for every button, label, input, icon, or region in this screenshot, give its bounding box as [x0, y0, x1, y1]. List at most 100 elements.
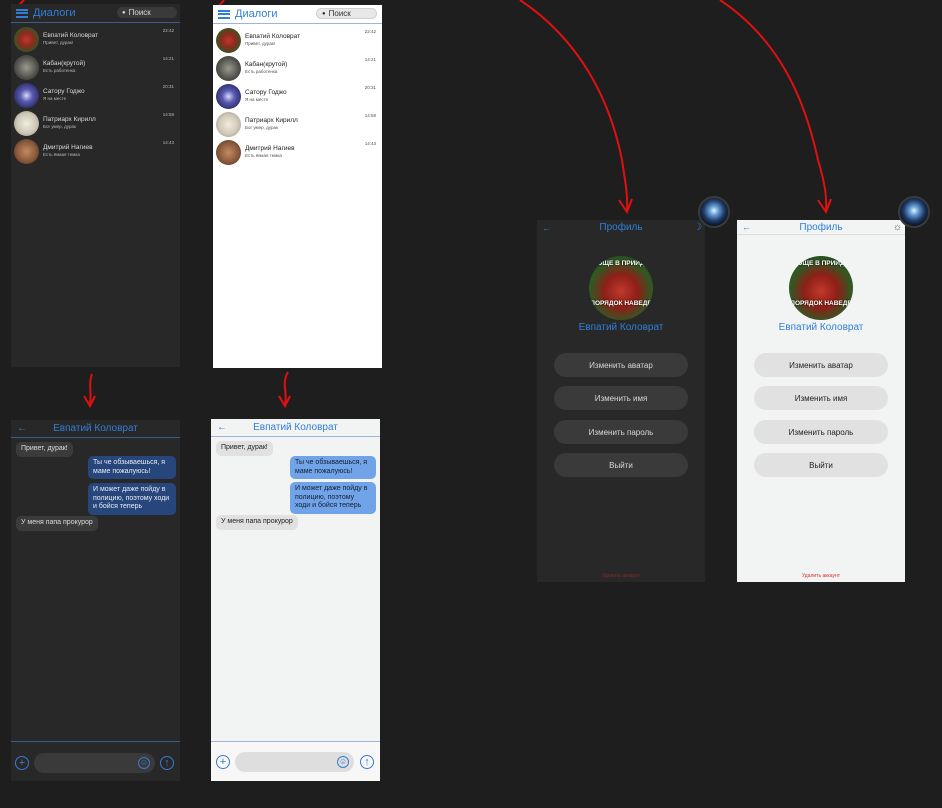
emoji-icon[interactable]: ☺ [138, 757, 150, 769]
chat-title: Евпатий Коловрат [253, 422, 338, 433]
profile-header: ← Профиль ☽ [537, 220, 705, 235]
avatar [216, 55, 241, 81]
search-field[interactable]: ● Поиск [117, 7, 177, 18]
back-arrow-icon[interactable]: ← [542, 223, 551, 233]
add-attachment-button[interactable]: + [216, 755, 230, 769]
dialog-time: 14:58 [162, 112, 174, 117]
emoji-icon[interactable]: ☺ [337, 756, 349, 768]
search-icon: ● [122, 9, 126, 16]
dialog-item[interactable]: Патриарх Кирилл Бог умер, дурак 14:58 [216, 110, 379, 138]
header-divider [11, 22, 180, 23]
message-incoming: У меня папа прокурор [16, 516, 98, 531]
dialog-time: 14:21 [364, 57, 376, 62]
change-avatar-button[interactable]: Изменить аватар [554, 353, 688, 377]
change-avatar-button[interactable]: Изменить аватар [754, 353, 888, 377]
hamburger-menu-icon[interactable] [218, 9, 230, 19]
logout-button[interactable]: Выйти [554, 453, 688, 477]
profile-title: Профиль [799, 221, 843, 233]
profile-header: ← Профиль ☼ [737, 220, 905, 235]
change-password-button[interactable]: Изменить пароль [554, 420, 688, 444]
dialog-last-message: Есть ёмкая темка [245, 153, 282, 158]
avatar [216, 139, 241, 165]
arrow-to-light-profile [719, 0, 828, 211]
dark-profile-screen: ← Профиль ☽ РОЩЕ В ПРИЙДЕ ПОРЯДОК НАВЕДЕ… [537, 220, 705, 582]
dialog-last-message: Бог умер, дурак [43, 124, 76, 129]
dialog-name: Евпатий Коловрат [245, 33, 301, 40]
message-outgoing: Ты че обзываешься, я маме пожалуюсь! [88, 456, 176, 479]
back-arrow-icon[interactable]: ← [742, 222, 751, 232]
avatar [14, 54, 39, 80]
dialog-item[interactable]: Сатору Годжо Я на месте 20:31 [216, 82, 379, 110]
message-input-bar: + ☺ ↑ [11, 741, 180, 781]
dialog-item[interactable]: Патриарх Кирилл Бог умер, дурак 14:58 [14, 109, 177, 137]
dialog-name: Патриарх Кирилл [43, 116, 96, 123]
change-password-button[interactable]: Изменить пароль [754, 420, 888, 444]
dialog-name: Сатору Годжо [245, 89, 287, 96]
dialog-last-message: Бог умер, дурак [245, 125, 278, 130]
light-profile-screen: ← Профиль ☼ РОЩЕ В ПРИЙДЕ ПОРЯДОК НАВЕДЕ… [737, 220, 905, 582]
dialog-last-message: Есть ёмкая темка [43, 152, 80, 157]
send-button[interactable]: ↑ [160, 756, 174, 770]
dialog-last-message: Привет, дурак! [245, 41, 276, 46]
avatar-caption-top: РОЩЕ В ПРИЙДЕ [593, 260, 649, 267]
change-name-button[interactable]: Изменить имя [554, 386, 688, 410]
dialog-time: 22:42 [162, 28, 174, 33]
change-name-button[interactable]: Изменить имя [754, 386, 888, 410]
add-attachment-button[interactable]: + [15, 756, 29, 770]
dialog-last-message: Я на месте [245, 97, 269, 102]
avatar [216, 27, 241, 53]
avatar [14, 138, 39, 164]
message-outgoing: И может даже пойду в полицию, поэтому хо… [88, 483, 176, 515]
dialog-time: 14:58 [364, 113, 376, 118]
sun-icon[interactable]: ☼ [893, 222, 902, 233]
moon-icon[interactable]: ☽ [693, 222, 702, 233]
search-icon: ● [322, 10, 326, 17]
dialog-item[interactable]: Сатору Годжо Я на месте 20:31 [14, 81, 177, 109]
header-divider [11, 437, 180, 438]
delete-account-link[interactable]: Удалить аккаунт [737, 573, 905, 579]
search-field[interactable]: ● Поиск [316, 8, 377, 19]
dialog-name: Дмитрий Нагиев [43, 144, 93, 151]
theme-toggle-orb-icon[interactable] [898, 196, 930, 228]
avatar [14, 26, 39, 52]
dialog-name: Кабан(крутой) [245, 61, 288, 68]
back-arrow-icon[interactable]: ← [17, 423, 27, 434]
message-outgoing: И может даже пойду в полицию, поэтому хо… [290, 482, 376, 514]
arrow-to-dark-profile [519, 0, 629, 211]
delete-account-link[interactable]: Удалить аккаунт [537, 573, 705, 579]
dialog-item[interactable]: Евпатий Коловрат Привет, дурак! 22:42 [216, 26, 379, 54]
dialog-item[interactable]: Евпатий Коловрат Привет, дурак! 22:42 [14, 25, 177, 53]
dialogs-title: Диалоги [33, 7, 76, 19]
dialog-last-message: Привет, дурак! [43, 40, 74, 45]
search-label: Поиск [328, 9, 351, 18]
dialog-item[interactable]: Кабан(крутой) Есть работенка 14:21 [14, 53, 177, 81]
send-button[interactable]: ↑ [360, 755, 374, 769]
search-label: Поиск [128, 8, 151, 17]
dialog-item[interactable]: Дмитрий Нагиев Есть ёмкая темка 14:43 [216, 138, 379, 166]
avatar-caption-bottom: ПОРЯДОК НАВЕДЕ [590, 300, 652, 307]
dialogs-header: Диалоги ● Поиск [213, 5, 382, 23]
profile-avatar[interactable]: РОЩЕ В ПРИЙДЕ ПОРЯДОК НАВЕДЕ [589, 256, 653, 320]
dialog-time: 14:43 [364, 141, 376, 146]
profile-avatar[interactable]: РОЩЕ В ПРИЙДЕ ПОРЯДОК НАВЕДЕ [789, 256, 853, 320]
dialog-name: Евпатий Коловрат [43, 32, 99, 39]
light-dialogs-screen: Диалоги ● Поиск Евпатий Коловрат Привет, … [213, 5, 382, 368]
dialog-time: 22:42 [364, 29, 376, 34]
hamburger-menu-icon[interactable] [16, 8, 28, 18]
message-input[interactable] [34, 753, 155, 773]
chat-header: ← Евпатий Коловрат [11, 420, 180, 437]
dialog-last-message: Есть работенка [245, 69, 278, 74]
logout-button[interactable]: Выйти [754, 453, 888, 477]
back-arrow-icon[interactable]: ← [217, 422, 227, 433]
avatar-caption-top: РОЩЕ В ПРИЙДЕ [793, 260, 849, 267]
dialog-item[interactable]: Дмитрий Нагиев Есть ёмкая темка 14:43 [14, 137, 177, 165]
dialog-item[interactable]: Кабан(крутой) Есть работенка 14:21 [216, 54, 379, 82]
dialog-time: 20:31 [364, 85, 376, 90]
theme-toggle-orb-icon[interactable] [698, 196, 730, 228]
message-incoming: У меня папа прокурор [216, 515, 298, 530]
header-divider [213, 23, 382, 24]
dialog-last-message: Есть работенка [43, 68, 76, 73]
profile-name: Евпатий Коловрат [578, 322, 664, 333]
message-outgoing: Ты че обзываешься, я маме пожалуюсь! [290, 456, 376, 479]
dark-chat-screen: ← Евпатий Коловрат Привет, дурак! Ты че … [11, 420, 180, 781]
